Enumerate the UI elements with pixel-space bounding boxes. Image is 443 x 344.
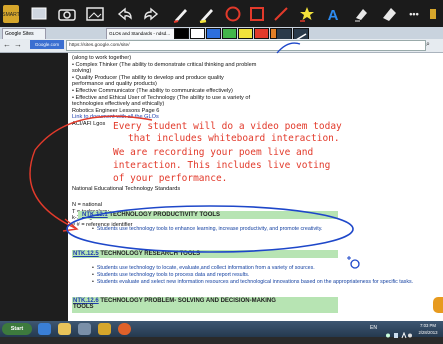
ink-blue-ellipse xyxy=(66,205,354,253)
clock: 7:03 PM 2/28/2013 xyxy=(414,322,442,336)
tray-icons[interactable] xyxy=(385,326,413,339)
ie-icon[interactable] xyxy=(38,323,51,335)
cursor-ring-icon xyxy=(350,259,360,269)
cursor-plus-icon xyxy=(347,256,351,260)
clock-date: 2/28/2013 xyxy=(418,330,438,335)
side-panel-toggle[interactable] xyxy=(433,297,443,313)
start-button[interactable]: Start xyxy=(2,323,32,335)
clock-time: 7:03 PM xyxy=(419,323,436,328)
language-indicator[interactable]: EN xyxy=(370,325,377,331)
smart-app-icon[interactable] xyxy=(98,323,111,335)
handwritten-line-2: that includes whiteboard interaction. xyxy=(128,133,340,144)
folder-icon[interactable] xyxy=(58,323,71,335)
handwritten-line-4: interaction. This includes live voting xyxy=(113,160,331,171)
taskbar: Start EN 7:03 PM 2/28/2013 xyxy=(0,321,443,339)
media-icon[interactable] xyxy=(78,323,91,335)
handwritten-line-5: of your performance. xyxy=(113,173,228,184)
handwritten-line-1: Every student will do a video poem today xyxy=(113,121,342,132)
handwritten-line-3: We are recording your poem live and xyxy=(113,147,314,158)
firefox-icon[interactable] xyxy=(118,323,131,335)
ink-blue-scribble xyxy=(276,42,301,54)
